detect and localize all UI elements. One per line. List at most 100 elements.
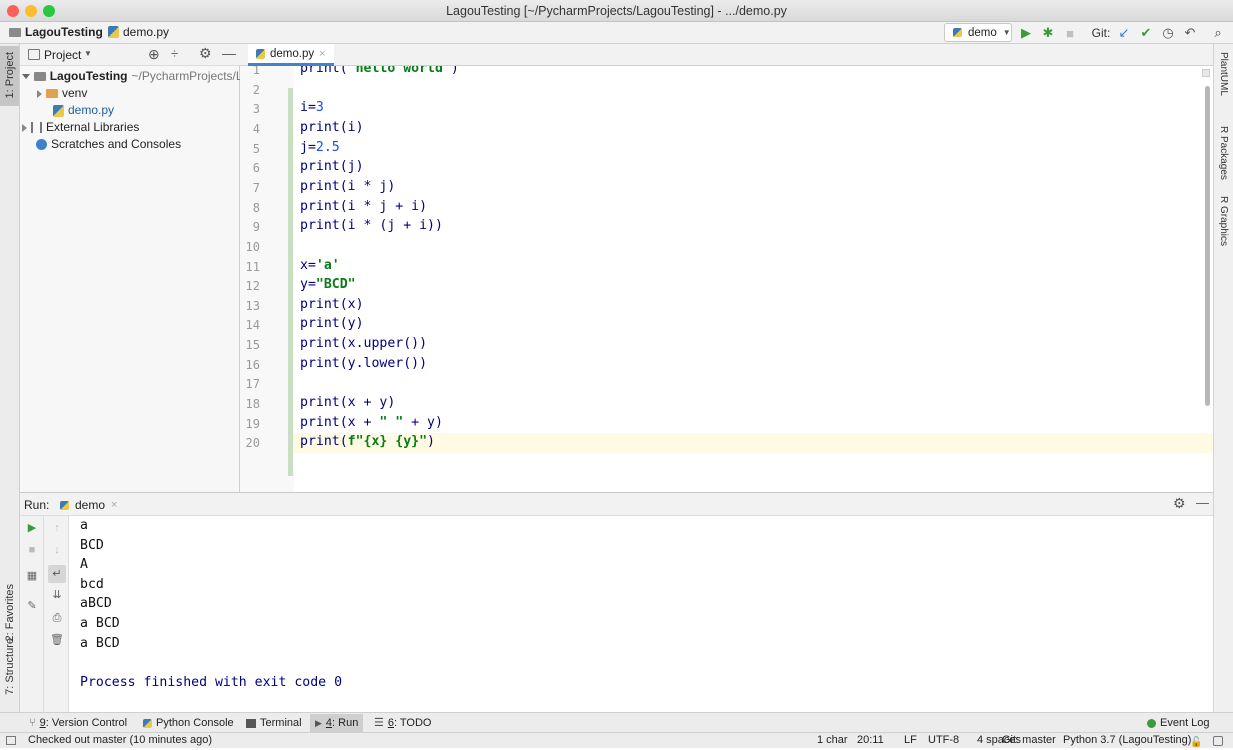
- event-log-button[interactable]: Event Log: [1142, 714, 1215, 732]
- tree-item-demo-py[interactable]: demo.py: [53, 102, 114, 119]
- git-commit-icon[interactable]: ✔: [1138, 24, 1154, 42]
- tab-terminal[interactable]: Terminal: [241, 714, 307, 732]
- file-encoding[interactable]: UTF-8: [928, 733, 959, 748]
- code-line: print(j): [300, 159, 364, 175]
- code-line: print(y): [300, 316, 364, 332]
- tree-item-external-libraries[interactable]: External Libraries: [22, 119, 139, 136]
- collapse-arrow-icon[interactable]: [22, 123, 27, 132]
- run-icon[interactable]: ▶: [1018, 24, 1034, 42]
- favorites-tool-button[interactable]: 2: Favorites: [4, 584, 16, 641]
- console-output-line: a: [80, 518, 88, 533]
- search-icon[interactable]: ⌕: [1210, 24, 1226, 42]
- tab-python-console[interactable]: Python Console: [138, 714, 239, 732]
- maximize-window-button[interactable]: [43, 5, 55, 17]
- project-view-icon: [28, 49, 40, 60]
- memory-indicator-icon[interactable]: [1213, 736, 1223, 746]
- collapse-arrow-icon[interactable]: [37, 89, 42, 98]
- python-file-icon: [108, 26, 119, 38]
- event-log-icon: [1147, 718, 1156, 728]
- code-editor[interactable]: 1 2 3 4 5 6 7 8 9 10 11 12 13 14 15 16 17 18 19 20 print("h…: [240, 66, 1213, 492]
- r-packages-tool-button[interactable]: R Packages: [1218, 126, 1229, 180]
- rerun-icon[interactable]: ▶: [25, 521, 39, 535]
- run-console[interactable]: a BCD Abcd aBCD a BCD a BCD Process finished w…: [69, 516, 1213, 712]
- python-interpreter[interactable]: Python 3.7 (LagouTesting): [1063, 733, 1191, 748]
- run-panel-label: Run:: [24, 498, 50, 512]
- r-graphics-tool-button[interactable]: R Graphics: [1218, 196, 1229, 246]
- stop-icon[interactable]: ■: [25, 543, 39, 557]
- code-line: print(i * j): [300, 178, 396, 194]
- tree-item-root[interactable]: LagouTesting ~/PycharmProjects/L: [22, 68, 240, 85]
- hide-panel-icon[interactable]: —: [1196, 495, 1209, 510]
- code-line: y="BCD": [300, 277, 356, 293]
- python-file-icon: [256, 48, 265, 59]
- breadcrumb-file[interactable]: demo.py: [108, 25, 169, 39]
- version-control-icon: ⑂: [29, 717, 36, 729]
- line-number: 7: [252, 180, 260, 195]
- console-output-line: A: [80, 557, 88, 573]
- debug-icon[interactable]: ✱: [1040, 24, 1056, 42]
- line-separator[interactable]: LF: [904, 733, 917, 748]
- line-number: 16: [245, 357, 260, 372]
- pin-icon[interactable]: ✎: [25, 599, 39, 613]
- editor-gutter: 1 2 3 4 5 6 7 8 9 10 11 12 13 14 15 16 17 18 19 20: [240, 66, 294, 492]
- soft-wrap-icon[interactable]: ↵: [48, 565, 66, 583]
- close-icon[interactable]: ×: [319, 48, 325, 60]
- structure-tool-button[interactable]: 7: Structure: [4, 638, 16, 695]
- stop-icon[interactable]: ■: [1062, 24, 1078, 42]
- folder-icon: [46, 89, 58, 98]
- collapse-all-icon[interactable]: ÷: [171, 46, 178, 61]
- run-icon: ▶: [315, 718, 322, 728]
- plantuml-tool-button[interactable]: PlantUML: [1218, 52, 1229, 96]
- line-number: 9: [252, 220, 260, 235]
- project-tool-button[interactable]: 1: Project: [4, 52, 16, 98]
- down-icon[interactable]: ↓: [50, 543, 64, 557]
- run-configuration-select[interactable]: demo ▼: [944, 23, 1012, 42]
- panel-toggle-icon[interactable]: [6, 736, 16, 745]
- gear-icon[interactable]: ⚙: [199, 45, 212, 62]
- code-line: print(x + y): [300, 395, 396, 411]
- run-tab-demo[interactable]: demo ×: [60, 498, 117, 512]
- gear-icon[interactable]: ⚙: [1173, 495, 1186, 512]
- up-icon[interactable]: ↑: [50, 521, 64, 535]
- window-title-bar: LagouTesting [~/PycharmProjects/LagouTes…: [0, 0, 1233, 22]
- rollback-icon[interactable]: ↶: [1182, 24, 1198, 42]
- project-panel: Project ▼ ⊕ ÷ ⚙ — LagouTesting ~/Pycharm…: [20, 44, 240, 492]
- layout-icon[interactable]: ▦: [25, 569, 39, 583]
- locate-icon[interactable]: ⊕: [148, 46, 160, 63]
- folder-icon: [9, 27, 21, 37]
- history-icon[interactable]: ◷: [1160, 24, 1176, 42]
- tab-todo[interactable]: ☰ 6: TODO: [369, 714, 437, 732]
- chevron-down-icon[interactable]: ▼: [84, 49, 92, 58]
- console-output-line: bcd: [80, 576, 104, 592]
- python-file-icon: [53, 104, 64, 117]
- run-toolbar-primary: ▶ ■ ▦ ✎: [20, 516, 44, 712]
- editor-scrollbar[interactable]: [1205, 86, 1210, 406]
- python-console-icon: [143, 718, 152, 728]
- close-window-button[interactable]: [7, 5, 19, 17]
- inspection-status-icon[interactable]: [1202, 69, 1210, 77]
- tree-item-label: venv: [62, 86, 88, 100]
- tree-item-venv[interactable]: venv: [37, 85, 87, 102]
- breadcrumb-project[interactable]: LagouTesting: [9, 25, 103, 39]
- code-line: print(i * j + i): [300, 198, 428, 214]
- tab-demo-py[interactable]: demo.py ×: [248, 44, 334, 66]
- line-number: 14: [245, 318, 260, 333]
- git-update-icon[interactable]: ↙: [1116, 24, 1132, 42]
- line-number: 6: [252, 161, 260, 176]
- git-branch[interactable]: Git: master: [1002, 733, 1056, 748]
- print-icon[interactable]: ⎙: [50, 611, 64, 625]
- caret-position[interactable]: 20:11: [857, 733, 884, 748]
- hide-panel-icon[interactable]: —: [222, 45, 236, 61]
- tree-item-scratches[interactable]: Scratches and Consoles: [36, 136, 181, 153]
- scroll-to-end-icon[interactable]: ⇊: [50, 588, 64, 602]
- tab-version-control[interactable]: ⑂ 9: Version Control: [24, 714, 132, 732]
- close-icon[interactable]: ×: [111, 499, 117, 511]
- tab-run[interactable]: ▶ 4: Run: [310, 714, 364, 732]
- trash-icon[interactable]: 🗑: [50, 633, 64, 647]
- tree-item-label: External Libraries: [46, 120, 140, 134]
- minimize-window-button[interactable]: [25, 5, 37, 17]
- expand-arrow-icon[interactable]: [22, 74, 30, 79]
- right-tool-strip: PlantUML R Packages R Graphics: [1213, 44, 1233, 712]
- code-line: j=2.5: [300, 139, 340, 155]
- project-view-select[interactable]: Project: [44, 48, 81, 62]
